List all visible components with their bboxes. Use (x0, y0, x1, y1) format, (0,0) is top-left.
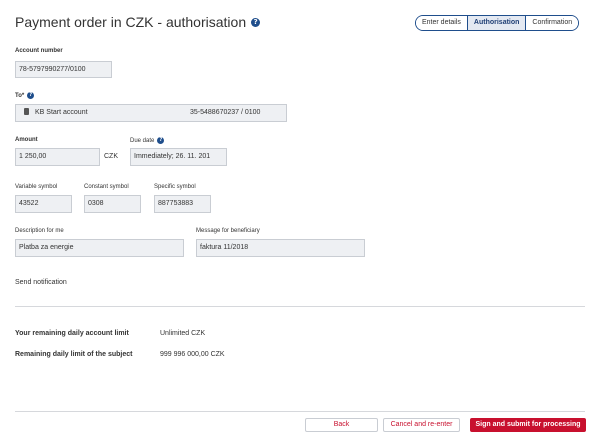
daily-account-limit-label: Your remaining daily account limit (15, 330, 129, 337)
amount-field: 1 250,00 (15, 148, 100, 166)
daily-account-limit-value: Unlimited CZK (160, 330, 206, 337)
description-field: Platba za energie (15, 239, 184, 257)
send-notification-link[interactable]: Send notification (15, 279, 67, 286)
to-account-name: KB Start account (35, 109, 88, 116)
sign-submit-button[interactable]: Sign and submit for processing (470, 418, 586, 432)
subject-limit-value: 999 996 000,00 CZK (160, 351, 225, 358)
help-icon[interactable]: ? (27, 92, 35, 99)
step-enter-details: Enter details (416, 16, 467, 30)
page-title: Payment order in CZK - authorisation? (15, 14, 261, 30)
constant-symbol-label: Constant symbol (84, 184, 129, 190)
subject-limit-label: Remaining daily limit of the subject (15, 351, 133, 358)
variable-symbol-field: 43522 (15, 195, 72, 213)
description-label: Description for me (15, 228, 64, 234)
help-icon[interactable]: ? (157, 137, 165, 144)
to-label: To*? (15, 92, 35, 99)
message-field: faktura 11/2018 (196, 239, 365, 257)
message-label: Message for beneficiary (196, 228, 260, 234)
currency-label: CZK (104, 153, 118, 160)
help-icon[interactable]: ? (251, 17, 261, 27)
divider (15, 306, 585, 307)
divider (15, 411, 585, 412)
back-button[interactable]: Back (305, 418, 378, 432)
account-number-field: 78-5797990277/0100 (15, 61, 112, 78)
step-confirmation: Confirmation (525, 16, 579, 30)
progress-steps: Enter details Authorisation Confirmation (415, 15, 580, 31)
document-icon (24, 107, 29, 115)
due-date-field: Immediately; 26. 11. 201 (130, 148, 227, 166)
specific-symbol-field: 887753883 (154, 195, 211, 213)
to-account-number: 35-5488670237 / 0100 (190, 109, 261, 116)
specific-symbol-label: Specific symbol (154, 184, 196, 190)
variable-symbol-label: Variable symbol (15, 184, 58, 190)
to-account-field: KB Start account 35-5488670237 / 0100 (15, 104, 287, 122)
due-date-label: Due date? (130, 137, 165, 144)
account-number-label: Account number (15, 48, 63, 54)
constant-symbol-field: 0308 (84, 195, 141, 213)
cancel-reenter-button[interactable]: Cancel and re-enter (383, 418, 460, 432)
step-authorisation: Authorisation (466, 16, 526, 30)
amount-label: Amount (15, 137, 38, 143)
